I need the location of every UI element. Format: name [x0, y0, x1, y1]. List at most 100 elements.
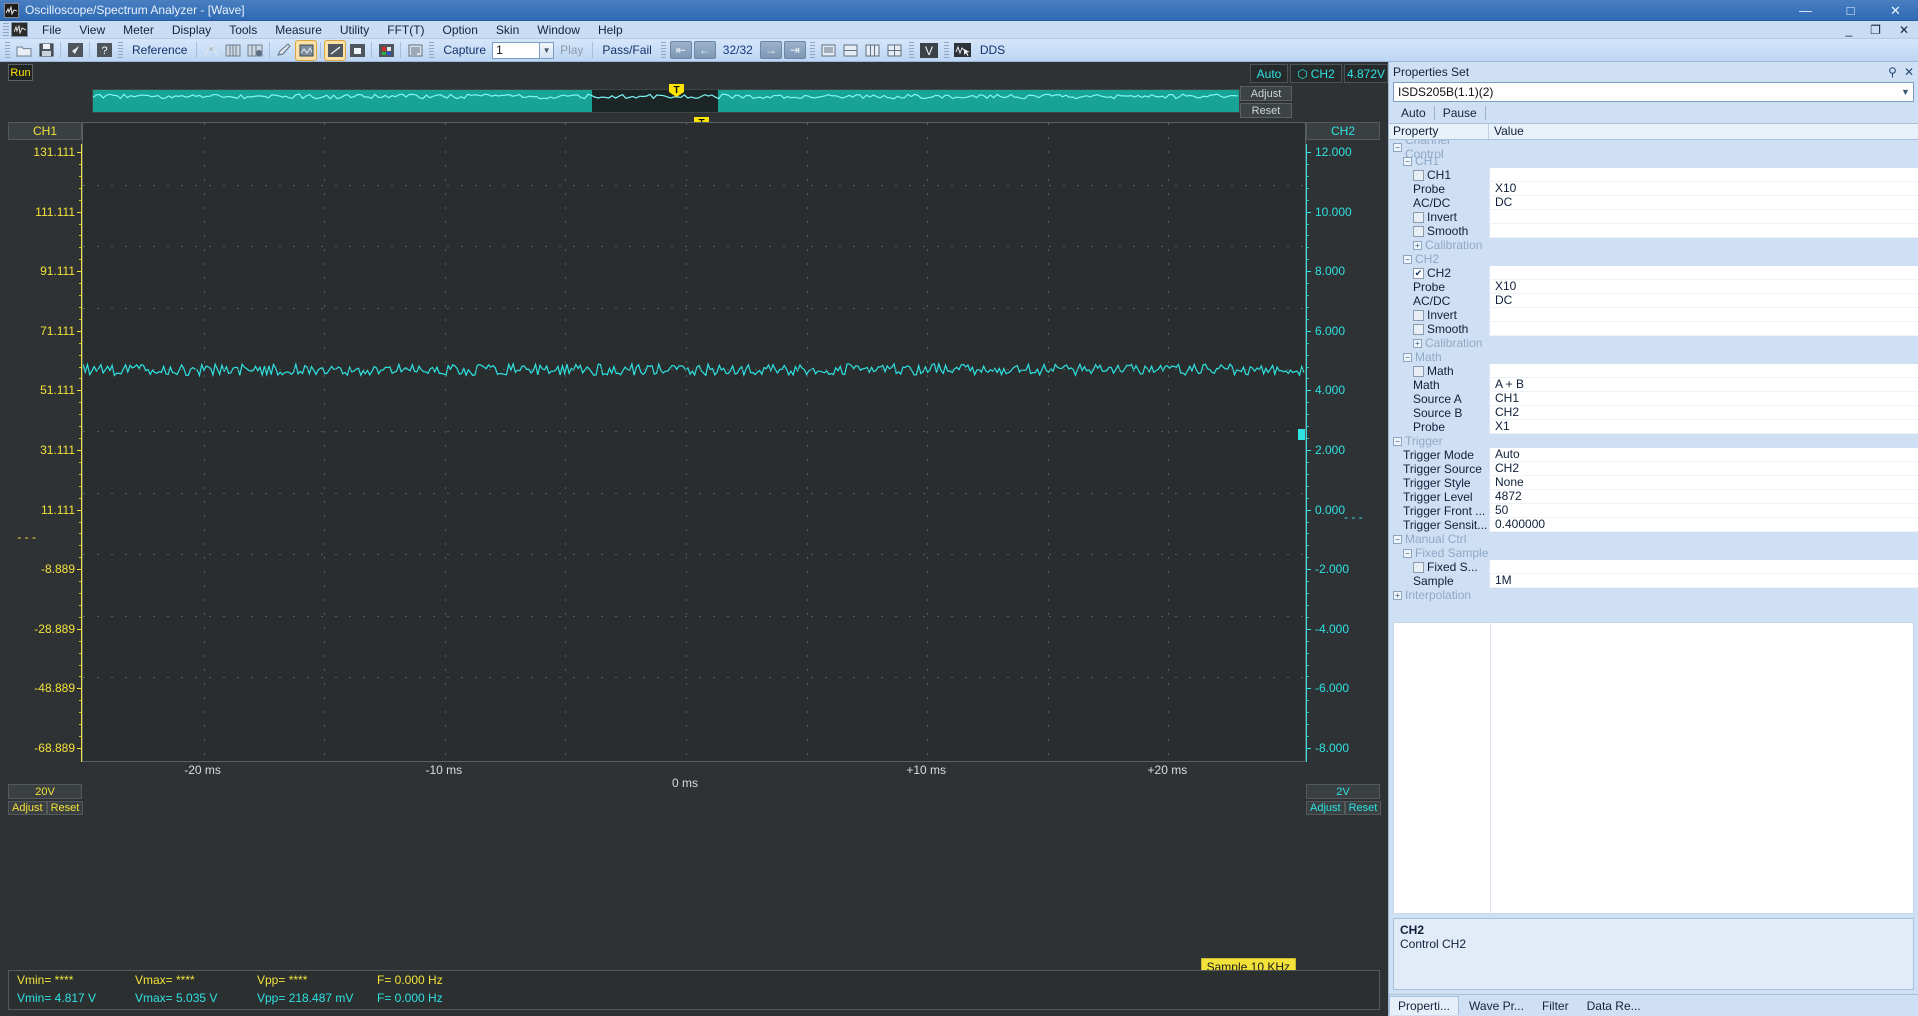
pen-icon[interactable] [274, 41, 294, 60]
property-row[interactable]: Trigger Mode Auto [1389, 448, 1918, 462]
trigger-mode-indicator[interactable]: Auto [1250, 64, 1288, 83]
property-checkbox[interactable] [1413, 561, 1424, 573]
collapse-icon[interactable]: − [1393, 534, 1402, 544]
menu-help[interactable]: Help [589, 21, 632, 39]
menu-meter[interactable]: Meter [114, 21, 163, 39]
property-row[interactable]: − CH1 [1389, 154, 1918, 168]
property-row[interactable]: Source A CH1 [1389, 392, 1918, 406]
property-row[interactable]: Fixed S... [1389, 560, 1918, 574]
ch2-reset-button[interactable]: Reset [1344, 801, 1382, 815]
close-button[interactable]: ✕ [1873, 0, 1918, 21]
property-value[interactable]: CH2 [1489, 406, 1918, 420]
save-disk-icon[interactable] [36, 41, 56, 60]
mdi-close-button[interactable]: ✕ [1890, 21, 1918, 39]
line-tool-icon[interactable] [324, 39, 347, 61]
mdi-restore-button[interactable]: ❐ [1861, 21, 1890, 39]
property-row[interactable]: Probe X10 [1389, 280, 1918, 294]
ch2-ground-handle[interactable] [1298, 429, 1305, 441]
property-row[interactable]: − Math [1389, 350, 1918, 364]
ch1-header[interactable]: CH1 [8, 122, 82, 140]
list3-icon[interactable] [841, 41, 861, 60]
nav-prev-button[interactable]: ← [693, 41, 716, 59]
property-value[interactable]: DC [1489, 294, 1918, 308]
expand-icon[interactable]: + [1413, 338, 1422, 348]
menu-view[interactable]: View [70, 21, 114, 39]
property-value[interactable]: Auto [1489, 448, 1918, 462]
panel-tab[interactable]: Data Re... [1579, 997, 1649, 1015]
menu-option[interactable]: Option [434, 21, 487, 39]
property-row[interactable]: Invert [1389, 308, 1918, 322]
collapse-icon[interactable]: − [1403, 156, 1412, 166]
property-value[interactable]: 4872 [1489, 490, 1918, 504]
help-question-icon[interactable]: ? [94, 41, 114, 60]
panel-tab[interactable]: Filter [1534, 997, 1577, 1015]
properties-pause-button[interactable]: Pause [1435, 106, 1485, 120]
expand-icon[interactable]: + [1413, 240, 1422, 250]
property-row[interactable]: Probe X1 [1389, 420, 1918, 434]
ch1-volts-per-div[interactable]: 20V [8, 784, 82, 799]
property-row[interactable]: AC/DC DC [1389, 196, 1918, 210]
property-value[interactable] [1489, 336, 1918, 350]
property-value[interactable] [1489, 224, 1918, 238]
property-row[interactable]: − Trigger [1389, 434, 1918, 448]
property-row[interactable]: + Calibration [1389, 336, 1918, 350]
undo-arrow-icon[interactable] [65, 41, 85, 60]
menu-skin[interactable]: Skin [487, 21, 528, 39]
capture-input[interactable]: 1 [492, 41, 541, 59]
pin-icon[interactable]: ⚲ [1888, 65, 1897, 79]
property-row[interactable]: Smooth [1389, 224, 1918, 238]
mdi-minimize-button[interactable]: _ [1836, 21, 1861, 39]
columns-icon[interactable] [223, 41, 243, 60]
property-checkbox[interactable] [1413, 365, 1424, 377]
property-row[interactable]: − Fixed Sample [1389, 546, 1918, 560]
property-value[interactable] [1489, 210, 1918, 224]
property-value[interactable]: X1 [1489, 420, 1918, 434]
property-row[interactable]: AC/DC DC [1389, 294, 1918, 308]
toolbar-grip-4[interactable] [660, 41, 666, 59]
passfail-label[interactable]: Pass/Fail [596, 43, 657, 57]
menu-fft[interactable]: FFT(T) [378, 21, 433, 39]
property-row[interactable]: Trigger Sensit... 0.400000 [1389, 518, 1918, 532]
property-value[interactable]: CH1 [1489, 392, 1918, 406]
toolbar-grip-6[interactable] [908, 41, 914, 59]
property-checkbox[interactable] [1413, 211, 1424, 223]
property-value[interactable]: 50 [1489, 504, 1918, 518]
property-value[interactable] [1489, 322, 1918, 336]
trigger-source-indicator[interactable]: ⬡ CH2 [1290, 64, 1342, 83]
toolbar-grip-1[interactable] [5, 41, 10, 59]
dds-label[interactable]: DDS [974, 43, 1011, 57]
ch1-reset-button[interactable]: Reset [46, 801, 84, 815]
property-value[interactable] [1489, 560, 1918, 574]
dds-icon[interactable] [953, 41, 973, 60]
color-palette-icon[interactable] [376, 41, 396, 60]
property-value[interactable] [1489, 546, 1918, 560]
menu-display[interactable]: Display [163, 21, 220, 39]
collapse-icon[interactable]: − [1403, 548, 1412, 558]
menu-utility[interactable]: Utility [331, 21, 378, 39]
property-value[interactable] [1489, 434, 1918, 448]
property-value[interactable]: X10 [1489, 280, 1918, 294]
property-row[interactable]: Source B CH2 [1389, 406, 1918, 420]
property-checkbox[interactable] [1413, 225, 1424, 237]
property-value[interactable] [1489, 532, 1918, 546]
ch1-adjust-button[interactable]: Adjust [8, 801, 47, 815]
ch2-volts-per-div[interactable]: 2V [1306, 784, 1380, 799]
menu-file[interactable]: File [33, 21, 70, 39]
property-row[interactable]: ✔ CH2 [1389, 266, 1918, 280]
panel-tab[interactable]: Wave Pr... [1461, 997, 1532, 1015]
list-icon[interactable] [405, 41, 425, 60]
property-value[interactable]: None [1489, 476, 1918, 490]
property-row[interactable]: Math A + B [1389, 378, 1918, 392]
property-value[interactable] [1489, 154, 1918, 168]
property-row[interactable]: Smooth [1389, 322, 1918, 336]
maximize-button[interactable]: □ [1828, 0, 1873, 21]
property-value[interactable] [1489, 252, 1918, 266]
property-checkbox[interactable]: ✔ [1413, 267, 1424, 279]
close-icon[interactable]: ✕ [1904, 65, 1914, 79]
menu-measure[interactable]: Measure [266, 21, 331, 39]
property-row[interactable]: + Interpolation [1389, 588, 1918, 602]
property-checkbox[interactable] [1413, 309, 1424, 321]
property-value[interactable] [1489, 140, 1918, 154]
ch2-ground-marker[interactable]: - - - [1344, 510, 1363, 524]
collapse-icon[interactable]: − [1403, 254, 1412, 264]
